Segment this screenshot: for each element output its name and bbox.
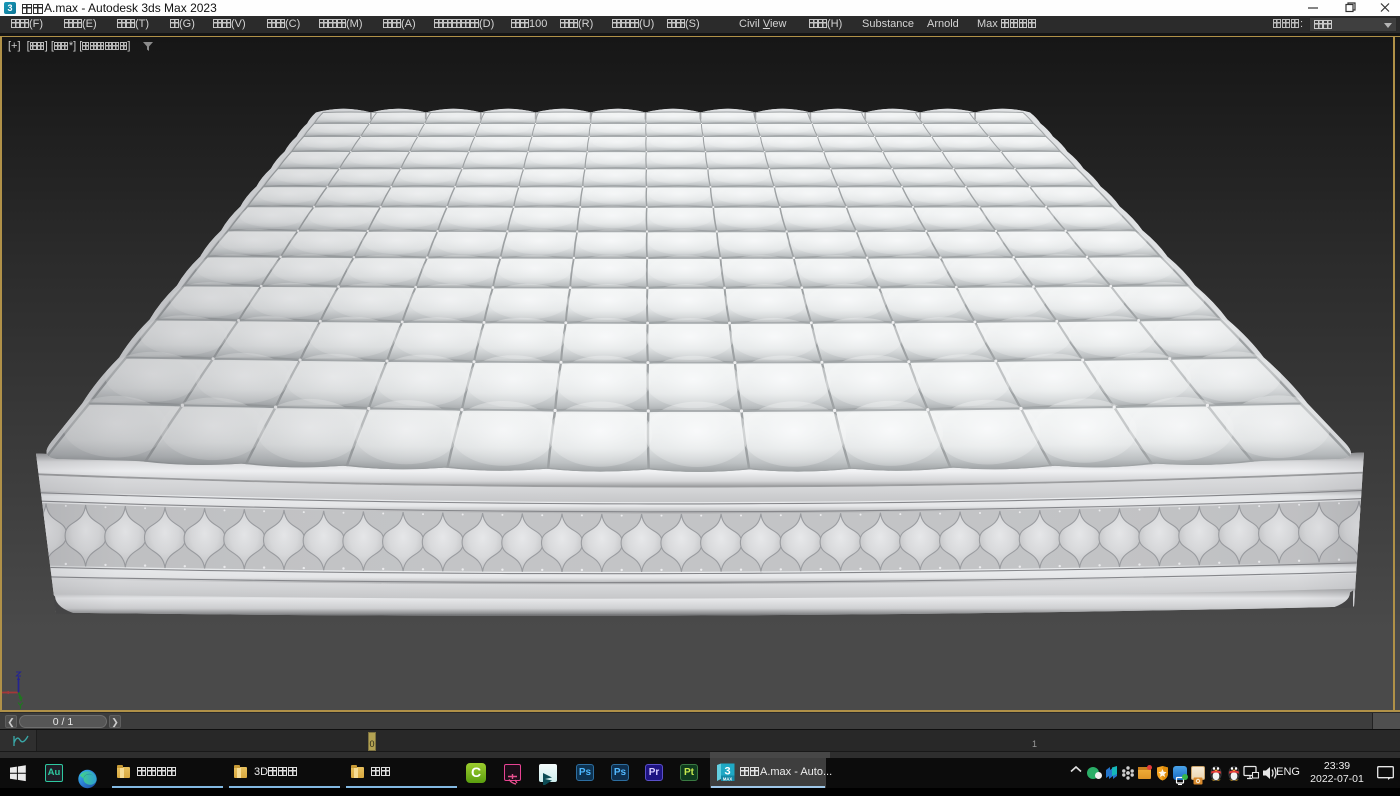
svg-text:MAX: MAX [723, 777, 733, 782]
